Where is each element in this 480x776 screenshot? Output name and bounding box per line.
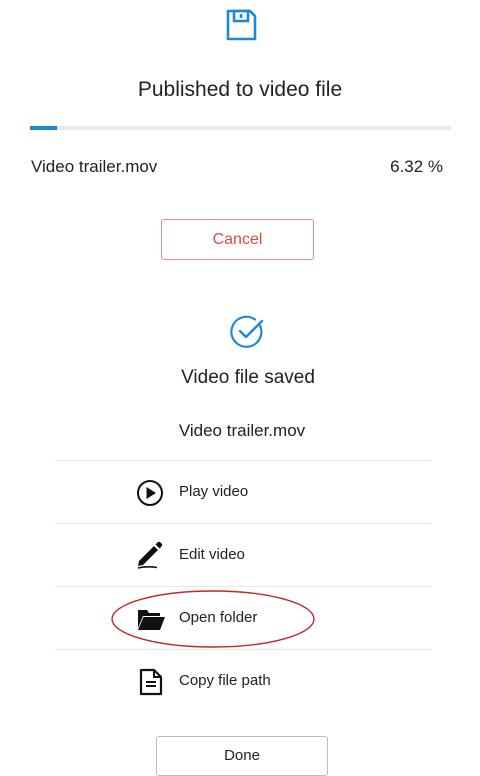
play-video-button[interactable]: Play video xyxy=(55,461,431,523)
pencil-icon xyxy=(137,541,163,569)
action-label: Open folder xyxy=(179,609,258,626)
action-label: Edit video xyxy=(179,546,245,563)
progress-bar-fill xyxy=(30,126,57,130)
floppy-disk-icon xyxy=(226,9,257,41)
document-icon xyxy=(139,668,163,696)
action-label: Copy file path xyxy=(179,672,271,689)
cancel-button[interactable]: Cancel xyxy=(161,219,314,260)
folder-icon xyxy=(138,610,165,630)
edit-video-button[interactable]: Edit video xyxy=(55,524,431,586)
play-circle-icon xyxy=(137,480,163,506)
saved-filename: Video trailer.mov xyxy=(178,421,306,440)
progress-bar xyxy=(30,126,451,130)
dialog-title: Published to video file xyxy=(137,78,343,101)
action-label: Play video xyxy=(179,483,249,500)
open-folder-button[interactable]: Open folder xyxy=(55,587,431,649)
check-circle-icon xyxy=(230,315,264,348)
copy-file-path-button[interactable]: Copy file path xyxy=(55,650,431,712)
done-button[interactable]: Done xyxy=(156,736,328,776)
saved-title: Video file saved xyxy=(181,367,315,388)
progress-percent: 6.32 % xyxy=(390,157,443,176)
progress-filename: Video trailer.mov xyxy=(31,157,158,176)
